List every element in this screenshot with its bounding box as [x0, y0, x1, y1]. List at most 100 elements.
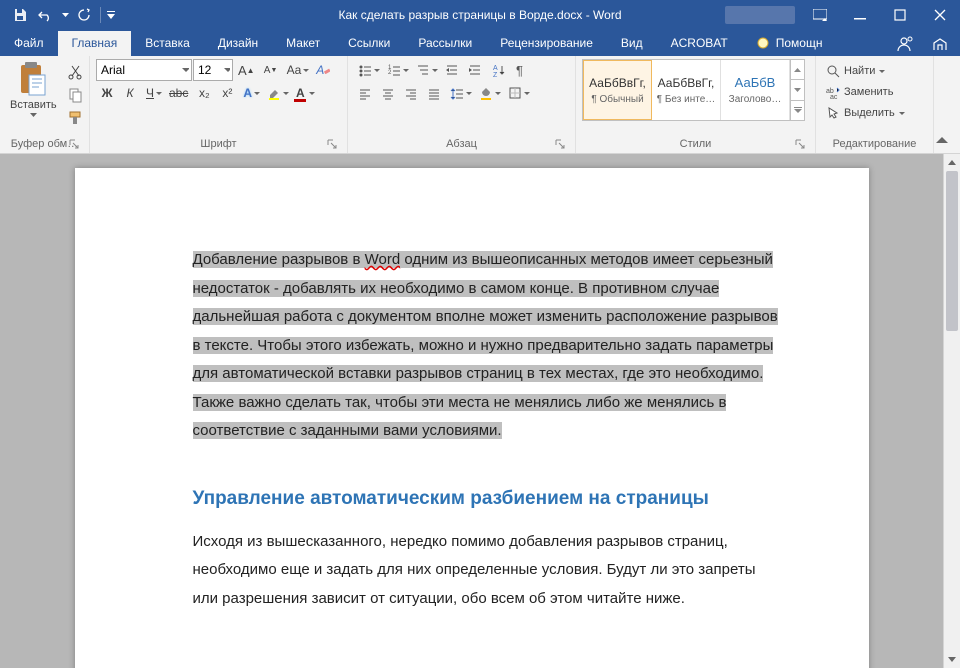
undo-button[interactable]	[34, 3, 58, 27]
styles-scroll-up[interactable]	[791, 60, 804, 80]
heading-2[interactable]: Управление автоматическим разбиением на …	[193, 488, 779, 510]
font-color-button[interactable]: A	[292, 82, 317, 104]
minimize-button[interactable]	[840, 0, 880, 29]
style-normal[interactable]: АаБбВвГг, ¶ Обычный	[583, 60, 652, 120]
paste-button[interactable]: Вставить	[6, 59, 61, 119]
bullets-button[interactable]	[354, 59, 382, 81]
font-name-input[interactable]	[101, 63, 182, 77]
paragraph-dialog-launcher[interactable]	[555, 139, 567, 151]
italic-button[interactable]: К	[119, 82, 141, 104]
paragraph-1[interactable]: Добавление разрывов в Word одним из выше…	[193, 246, 779, 446]
qat-separator	[100, 7, 101, 23]
qat-customize[interactable]	[105, 3, 117, 27]
justify-button[interactable]	[423, 82, 445, 104]
scroll-track[interactable]	[944, 171, 960, 651]
scroll-up-button[interactable]	[944, 154, 960, 171]
tab-file[interactable]: Файл	[0, 31, 58, 56]
scroll-down-button[interactable]	[944, 651, 960, 668]
style-no-spacing[interactable]: АаБбВвГг, ¶ Без инте…	[652, 60, 721, 120]
tab-view[interactable]: Вид	[607, 31, 657, 56]
selected-text-post: одним из вышеописанных методов имеет сер…	[193, 251, 778, 439]
format-painter-button[interactable]	[63, 107, 87, 129]
tab-review[interactable]: Рецензирование	[486, 31, 607, 56]
title-bar: Как сделать разрыв страницы в Ворде.docx…	[0, 0, 960, 29]
clear-formatting-button[interactable]: A	[312, 59, 334, 81]
tab-layout[interactable]: Макет	[272, 31, 334, 56]
cut-button[interactable]	[63, 61, 87, 83]
collapse-ribbon-button[interactable]	[936, 135, 956, 151]
font-dialog-launcher[interactable]	[327, 139, 339, 151]
bold-button[interactable]: Ж	[96, 82, 118, 104]
tab-home[interactable]: Главная	[58, 31, 132, 56]
find-button[interactable]: Найти	[822, 61, 889, 81]
show-marks-button[interactable]: ¶	[510, 59, 532, 81]
highlight-button[interactable]	[263, 82, 291, 104]
tab-references[interactable]: Ссылки	[334, 31, 404, 56]
font-size-input[interactable]	[198, 63, 224, 77]
group-styles-label: Стили	[680, 138, 712, 150]
svg-text:ac: ac	[830, 94, 838, 99]
tab-design[interactable]: Дизайн	[204, 31, 272, 56]
superscript-button[interactable]: x²	[216, 82, 238, 104]
ribbon-display-options[interactable]	[800, 0, 840, 29]
tab-mailings[interactable]: Рассылки	[404, 31, 486, 56]
paragraph-2[interactable]: Исходя из вышесказанного, нередко помимо…	[193, 528, 779, 614]
document-title: Как сделать разрыв страницы в Ворде.docx…	[338, 8, 621, 22]
strikethrough-button[interactable]: abc	[165, 82, 192, 104]
cursor-icon	[826, 106, 840, 120]
paste-label: Вставить	[10, 99, 57, 111]
grow-font-button[interactable]: A▲	[234, 59, 259, 81]
document-area[interactable]: Добавление разрывов в Word одним из выше…	[0, 154, 943, 668]
maximize-button[interactable]	[880, 0, 920, 29]
clipboard-dialog-launcher[interactable]	[69, 139, 81, 151]
undo-dropdown[interactable]	[60, 3, 70, 27]
selected-word-underlined: Word	[365, 251, 401, 268]
tab-insert[interactable]: Вставка	[131, 31, 204, 56]
change-case-button[interactable]: Aa	[283, 59, 312, 81]
tell-me[interactable]: Помощн	[742, 31, 837, 56]
align-left-button[interactable]	[354, 82, 376, 104]
group-font: A▲ A▼ Aa A Ж К Ч abc x₂ x² A A Шрифт	[90, 56, 348, 153]
vertical-scrollbar	[943, 154, 960, 668]
select-button[interactable]: Выделить	[822, 103, 909, 123]
style-heading1[interactable]: АаБбВ Заголово…	[721, 60, 790, 120]
ribbon-tabs: Файл Главная Вставка Дизайн Макет Ссылки…	[0, 29, 960, 56]
font-size-combo[interactable]	[193, 59, 233, 81]
svg-text:A: A	[493, 65, 498, 72]
align-center-button[interactable]	[377, 82, 399, 104]
font-name-combo[interactable]	[96, 59, 192, 81]
subscript-button[interactable]: x₂	[193, 82, 215, 104]
sort-button[interactable]: AZ	[487, 59, 509, 81]
numbering-button[interactable]: 12	[383, 59, 411, 81]
tell-me-label: Помощн	[776, 36, 823, 50]
decrease-indent-button[interactable]	[441, 59, 463, 81]
copy-button[interactable]	[63, 84, 87, 106]
close-button[interactable]	[920, 0, 960, 29]
workspace: Добавление разрывов в Word одним из выше…	[0, 154, 960, 668]
increase-indent-button[interactable]	[464, 59, 486, 81]
align-right-button[interactable]	[400, 82, 422, 104]
line-spacing-button[interactable]	[446, 82, 474, 104]
redo-button[interactable]	[72, 3, 96, 27]
styles-gallery: АаБбВвГг, ¶ Обычный АаБбВвГг, ¶ Без инте…	[582, 59, 805, 121]
tab-acrobat[interactable]: ACROBAT	[657, 31, 742, 56]
borders-button[interactable]	[504, 82, 532, 104]
scroll-thumb[interactable]	[946, 171, 958, 331]
styles-expand[interactable]	[791, 101, 804, 120]
quick-access-toolbar	[0, 3, 117, 27]
shrink-font-button[interactable]: A▼	[260, 59, 282, 81]
svg-text:Z: Z	[493, 72, 498, 77]
shading-button[interactable]	[475, 82, 503, 104]
underline-button[interactable]: Ч	[142, 82, 164, 104]
page[interactable]: Добавление разрывов в Word одним из выше…	[75, 168, 869, 668]
user-account[interactable]	[720, 0, 800, 29]
save-button[interactable]	[8, 3, 32, 27]
styles-scroll-down[interactable]	[791, 80, 804, 100]
share-button[interactable]	[892, 32, 916, 56]
replace-button[interactable]: abac Заменить	[822, 82, 897, 102]
activity-button[interactable]	[928, 32, 952, 56]
svg-text:¶: ¶	[516, 63, 523, 77]
multilevel-list-button[interactable]	[412, 59, 440, 81]
styles-dialog-launcher[interactable]	[795, 139, 807, 151]
text-effects-button[interactable]: A	[239, 82, 262, 104]
